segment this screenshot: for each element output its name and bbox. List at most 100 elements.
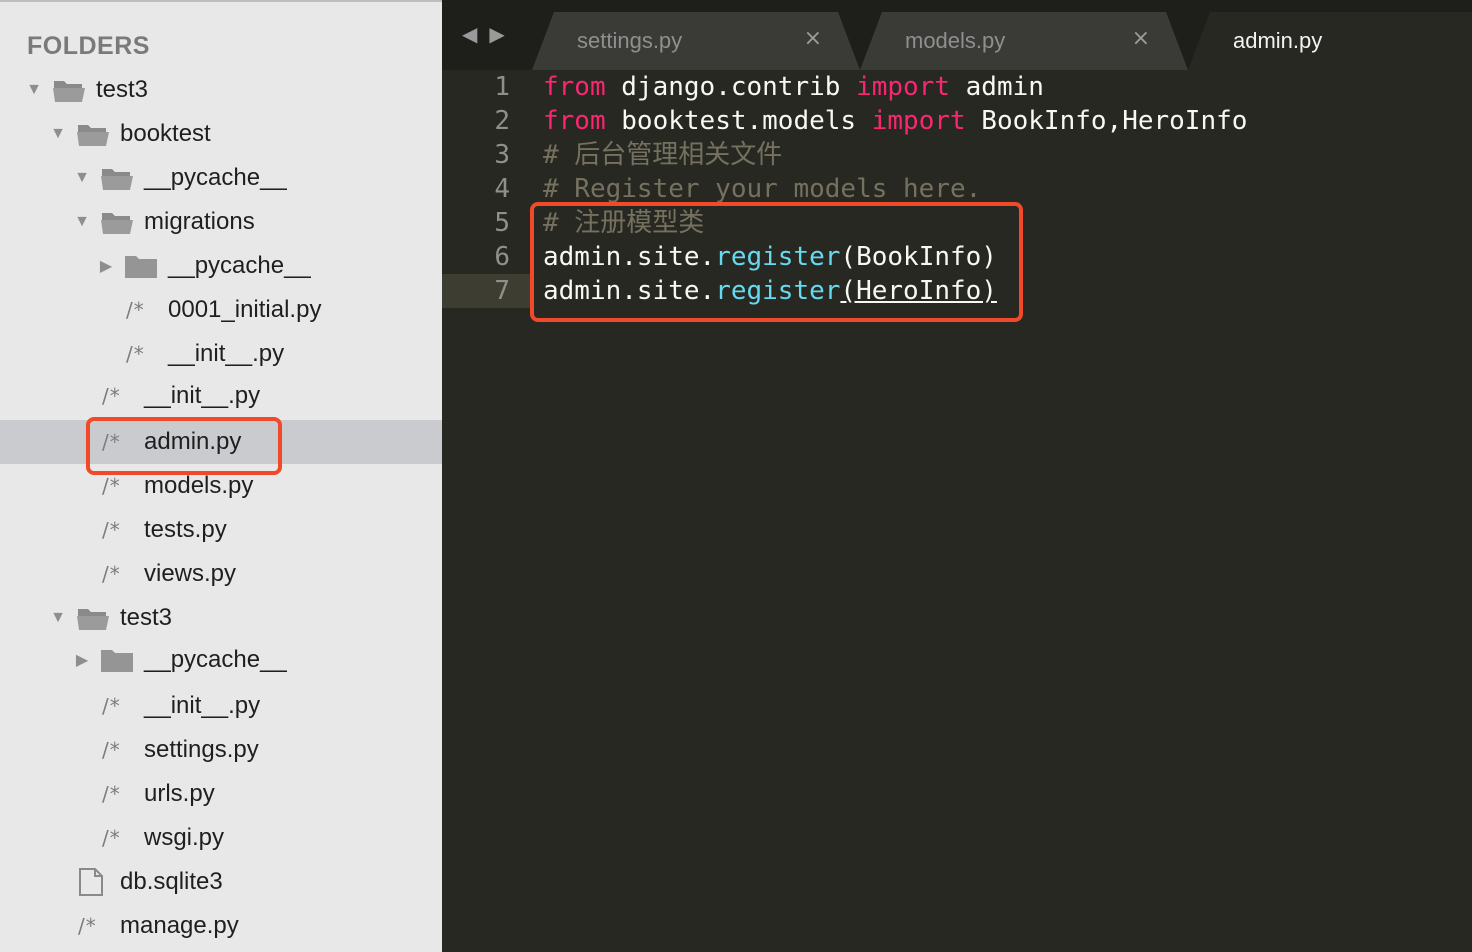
- close-icon[interactable]: ×: [804, 26, 822, 51]
- python-file-icon: /*: [102, 474, 121, 498]
- arrow-right-icon[interactable]: ▶: [489, 22, 504, 47]
- folder-open-icon: [77, 125, 109, 146]
- chevron-down-icon[interactable]: ▼: [73, 169, 91, 187]
- tree-item-booktest[interactable]: ▼ booktest: [0, 112, 442, 156]
- tree-item-label: booktest: [120, 120, 211, 147]
- line-number: 7: [494, 276, 510, 306]
- folder-open-icon: [101, 213, 133, 234]
- code-token: django.contrib: [605, 72, 857, 102]
- annotation-highlight-box: [530, 202, 1023, 322]
- chevron-down-icon[interactable]: ▼: [73, 213, 91, 231]
- line-number: 1: [494, 72, 510, 102]
- tree-item-label: db.sqlite3: [120, 868, 223, 895]
- tree-item-label: test3: [120, 604, 173, 631]
- tab-settings-py[interactable]: settings.py ×: [532, 12, 860, 70]
- chevron-down-icon[interactable]: ▼: [25, 81, 43, 99]
- tree-item-file[interactable]: /* __init__.py: [0, 684, 442, 728]
- tree-item-pycache[interactable]: ▶ __pycache__: [0, 638, 442, 682]
- code-line: 4 # Register your models here.: [442, 172, 1472, 206]
- tree-item-label: __pycache__: [168, 252, 311, 279]
- python-file-icon: /*: [102, 782, 121, 806]
- annotation-highlight-box: [86, 417, 282, 475]
- tab-label: settings.py: [577, 28, 683, 53]
- tab-models-py[interactable]: models.py ×: [860, 12, 1188, 70]
- folder-closed-icon: [125, 256, 157, 278]
- tree-item-file[interactable]: /* 0001_initial.py: [0, 288, 442, 332]
- code-token: admin: [950, 72, 1044, 102]
- chevron-down-icon[interactable]: ▼: [49, 125, 67, 143]
- tree-item-label: __pycache__: [144, 646, 287, 673]
- tab-background: [1188, 12, 1472, 70]
- folder-open-icon: [101, 169, 133, 190]
- tree-item-label: test3: [96, 76, 149, 103]
- chevron-right-icon[interactable]: ▶: [73, 651, 91, 669]
- tree-item-file[interactable]: /* tests.py: [0, 508, 442, 552]
- line-number: 2: [494, 106, 510, 136]
- keyword: import: [856, 72, 950, 102]
- comment: # 后台管理相关文件: [543, 140, 783, 170]
- python-file-icon: /*: [78, 914, 97, 938]
- python-file-icon: /*: [102, 384, 121, 408]
- sidebar: FOLDERS ▼ test3 ▼ booktest ▼ __pycache__…: [0, 0, 442, 952]
- tree-item-file[interactable]: /* urls.py: [0, 772, 442, 816]
- tab-bar: ◀ ▶ settings.py × models.py × admin.py ×: [442, 0, 1472, 70]
- chevron-down-icon[interactable]: ▼: [49, 609, 67, 627]
- code-token: booktest.models: [605, 106, 872, 136]
- tree-item-label: tests.py: [144, 516, 227, 543]
- tab-admin-py[interactable]: admin.py ×: [1188, 12, 1472, 70]
- tree-item-label: models.py: [144, 472, 254, 499]
- chevron-right-icon[interactable]: ▶: [97, 257, 115, 275]
- tree-item-label: migrations: [144, 208, 255, 235]
- tree-item-file[interactable]: db.sqlite3: [0, 860, 442, 904]
- close-icon[interactable]: ×: [1132, 26, 1150, 51]
- code-text: from booktest.models import BookInfo,Her…: [543, 104, 1247, 138]
- tree-item-file[interactable]: /* manage.py: [0, 904, 442, 948]
- tab-navigation: ◀ ▶: [462, 22, 505, 47]
- python-file-icon: /*: [102, 738, 121, 762]
- line-number: 4: [494, 174, 510, 204]
- folder-open-icon: [53, 81, 85, 102]
- tree-item-label: __init__.py: [144, 382, 261, 409]
- tree-item-label: manage.py: [120, 912, 239, 939]
- folder-open-icon: [77, 609, 109, 630]
- python-file-icon: /*: [102, 562, 121, 586]
- code-token: BookInfo,HeroInfo: [965, 106, 1248, 136]
- code-editor[interactable]: 1 from django.contrib import admin 2 fro…: [442, 70, 1472, 952]
- tree-item-file[interactable]: /* settings.py: [0, 728, 442, 772]
- tree-item-label: __pycache__: [144, 164, 287, 191]
- folders-title: FOLDERS: [27, 32, 150, 60]
- python-file-icon: /*: [102, 694, 121, 718]
- tree-item-label: wsgi.py: [144, 824, 225, 851]
- code-line: 3 # 后台管理相关文件: [442, 138, 1472, 172]
- code-line: 2 from booktest.models import BookInfo,H…: [442, 104, 1472, 138]
- tree-item-label: urls.py: [144, 780, 215, 807]
- tree-item-test3[interactable]: ▼ test3: [0, 596, 442, 640]
- tree-item-file[interactable]: /* __init__.py: [0, 332, 442, 376]
- python-file-icon: /*: [102, 826, 121, 850]
- python-file-icon: /*: [126, 298, 145, 322]
- python-file-icon: /*: [126, 342, 145, 366]
- keyword: from: [543, 106, 606, 136]
- tree-item-file[interactable]: /* views.py: [0, 552, 442, 596]
- line-number: 5: [494, 208, 510, 238]
- comment: # Register your models here.: [543, 174, 982, 204]
- tree-item-migrations[interactable]: ▼ migrations: [0, 200, 442, 244]
- tree-item-file[interactable]: /* wsgi.py: [0, 816, 442, 860]
- document-icon: [79, 868, 103, 896]
- folder-closed-icon: [101, 650, 133, 672]
- line-number: 6: [494, 242, 510, 272]
- tree-item-file[interactable]: /* __init__.py: [0, 374, 442, 418]
- keyword: import: [871, 106, 966, 136]
- line-number: 3: [494, 140, 510, 170]
- code-line: 1 from django.contrib import admin: [442, 70, 1472, 104]
- tree-item-test3[interactable]: ▼ test3: [0, 68, 442, 112]
- tree-item-label: __init__.py: [144, 692, 261, 719]
- keyword: from: [543, 72, 606, 102]
- arrow-left-icon[interactable]: ◀: [462, 22, 477, 47]
- python-file-icon: /*: [102, 518, 121, 542]
- tree-item-label: __init__.py: [168, 340, 285, 367]
- tree-item-pycache[interactable]: ▼ __pycache__: [0, 156, 442, 200]
- tree-item-label: settings.py: [144, 736, 259, 763]
- tab-label: models.py: [905, 28, 1006, 53]
- tree-item-pycache[interactable]: ▶ __pycache__: [0, 244, 442, 288]
